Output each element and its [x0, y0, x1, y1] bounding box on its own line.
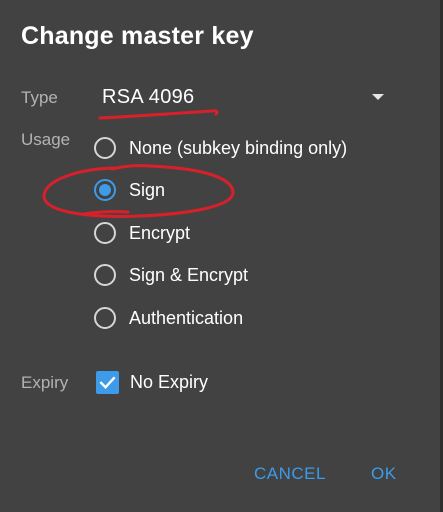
- usage-option-label: Encrypt: [129, 222, 191, 243]
- type-select-value: RSA 4096: [102, 86, 195, 108]
- usage-option-sign[interactable]: Sign: [94, 175, 165, 205]
- dialog-title: Change master key: [21, 22, 254, 50]
- type-label: Type: [21, 88, 58, 107]
- usage-option-label: None (subkey binding only): [129, 137, 348, 158]
- red-annotation-marks: [42, 109, 235, 218]
- usage-option-label: Sign & Encrypt: [129, 264, 249, 285]
- checkbox-checked-icon[interactable]: [96, 370, 119, 394]
- usage-option-authentication[interactable]: Authentication: [94, 303, 243, 333]
- usage-option-sign-encrypt[interactable]: Sign & Encrypt: [94, 260, 248, 290]
- usage-option-none[interactable]: None (subkey binding only): [94, 133, 347, 163]
- dropdown-arrow-icon: [372, 94, 384, 100]
- cancel-button[interactable]: CANCEL: [254, 464, 326, 484]
- checkmark-icon: [99, 375, 116, 389]
- no-expiry-checkbox-row[interactable]: No Expiry: [96, 369, 208, 395]
- radio-button-checked-icon[interactable]: [94, 179, 116, 201]
- ok-button[interactable]: OK: [371, 464, 397, 484]
- radio-button-icon[interactable]: [94, 222, 116, 244]
- no-expiry-label: No Expiry: [130, 371, 209, 392]
- usage-label: Usage: [21, 130, 71, 149]
- expiry-label: Expiry: [21, 373, 69, 392]
- usage-option-label: Authentication: [129, 307, 244, 328]
- change-master-key-dialog: Change master key Type RSA 4096 Usage No…: [0, 0, 443, 512]
- radio-button-icon[interactable]: [94, 264, 116, 286]
- radio-button-icon[interactable]: [94, 137, 116, 159]
- radio-button-icon[interactable]: [94, 307, 116, 329]
- type-select[interactable]: RSA 4096: [102, 84, 392, 114]
- sign-underline-annotation: [82, 210, 130, 216]
- usage-option-label: Sign: [129, 179, 166, 200]
- usage-option-encrypt[interactable]: Encrypt: [94, 218, 190, 248]
